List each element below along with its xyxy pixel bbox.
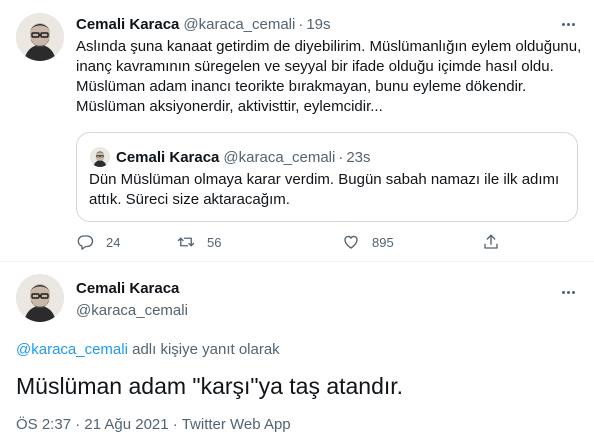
quoted-tweet-header: Cemali Karaca @karaca_cemali · 23s <box>116 147 371 167</box>
reply-text: Müslüman adam "karşı"ya taş atandır. <box>16 373 404 399</box>
quoted-author-avatar <box>90 147 110 167</box>
quoted-tweet-text: Dün Müslüman olmaya karar verdim. Bugün … <box>89 170 569 210</box>
reply-author-handle[interactable]: @karaca_cemali <box>76 302 188 319</box>
reply-to-suffix: adlı kişiye yanıt olarak <box>127 341 280 358</box>
main-tweet[interactable]: Cemali Karaca @karaca_cemali · 19s Aslın… <box>0 0 594 262</box>
quoted-text-line: attık. Süreci size aktaracağım. <box>89 191 290 208</box>
reply-tweet: Cemali Karaca @karaca_cemali @karaca_cem… <box>0 262 594 444</box>
tweet-actions: 24 56 895 <box>76 232 516 252</box>
more-icon[interactable] <box>558 284 578 300</box>
like-icon <box>344 235 358 249</box>
quoted-author-name: Cemali Karaca <box>116 148 220 166</box>
separator-dot: · <box>338 148 344 166</box>
like-button[interactable]: 895 <box>342 232 394 252</box>
retweet-icon <box>177 237 195 247</box>
retweet-count: 56 <box>207 234 222 250</box>
share-icon <box>484 234 498 249</box>
tweet-text-line: Aslında şuna kanaat getirdim de diyebili… <box>76 38 582 55</box>
tweet-text-line: Müslüman aksiyonerdir, aktivisttir, eyle… <box>76 98 383 115</box>
reply-author-avatar[interactable] <box>16 274 64 322</box>
tweet-source[interactable]: Twitter Web App <box>182 416 291 433</box>
tweet-meta: ÖS 2:37 · 21 Ağu 2021 · Twitter Web App <box>16 416 291 433</box>
reply-button[interactable]: 24 <box>76 232 120 252</box>
reply-to-handle-link[interactable]: @karaca_cemali <box>16 341 128 358</box>
tweet-text: Aslında şuna kanaat getirdim de diyebili… <box>76 37 586 117</box>
reply-author-name[interactable]: Cemali Karaca <box>76 280 179 297</box>
retweet-button[interactable]: 56 <box>177 232 221 252</box>
share-button[interactable] <box>482 232 500 252</box>
reply-context: @karaca_cemali adlı kişiye yanıt olarak <box>16 341 280 358</box>
author-name[interactable]: Cemali Karaca <box>76 16 179 33</box>
author-handle[interactable]: @karaca_cemali <box>183 16 295 33</box>
reply-icon <box>77 235 94 250</box>
tweet-text-line: Müslüman adam inancı teorikte bırakmayan… <box>76 78 527 95</box>
quoted-text-line: Dün Müslüman olmaya karar verdim. Bugün … <box>89 171 560 188</box>
more-icon[interactable] <box>558 16 578 32</box>
tweet-timestamp[interactable]: ÖS 2:37 · 21 Ağu 2021 · <box>16 416 182 433</box>
quoted-tweet[interactable]: Cemali Karaca @karaca_cemali · 23s Dün M… <box>76 132 578 222</box>
tweet-time[interactable]: 19s <box>306 16 330 33</box>
separator-dot: · <box>298 15 304 33</box>
like-count: 895 <box>372 234 394 250</box>
reply-count: 24 <box>106 234 121 250</box>
quoted-author-handle: @karaca_cemali <box>223 148 336 166</box>
tweet-text-line: inanç kavramının süregelen ve seyyal bir… <box>76 58 554 75</box>
author-avatar[interactable] <box>16 13 64 61</box>
quoted-tweet-time: 23s <box>346 148 371 166</box>
tweet-header: Cemali Karaca @karaca_cemali · 19s <box>76 14 331 34</box>
